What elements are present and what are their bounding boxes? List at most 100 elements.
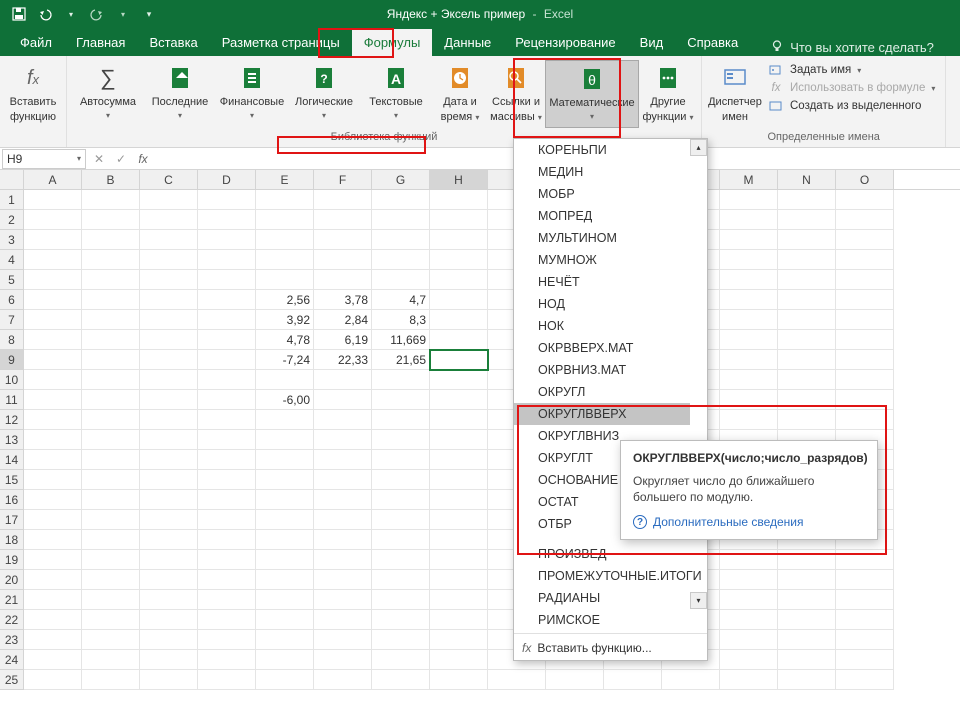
cell-B7[interactable] <box>82 310 140 330</box>
cell-A10[interactable] <box>24 370 82 390</box>
cell-O8[interactable] <box>836 330 894 350</box>
cell-F3[interactable] <box>314 230 372 250</box>
function-item-ОКРВНИЗ.МАТ[interactable]: ОКРВНИЗ.МАТ <box>514 359 690 381</box>
cell-G4[interactable] <box>372 250 430 270</box>
function-item-МУМНОЖ[interactable]: МУМНОЖ <box>514 249 690 271</box>
cell-B24[interactable] <box>82 650 140 670</box>
cell-O25[interactable] <box>836 670 894 690</box>
col-header-F[interactable]: F <box>314 170 372 189</box>
cell-F22[interactable] <box>314 610 372 630</box>
cell-C20[interactable] <box>140 570 198 590</box>
cell-D15[interactable] <box>198 470 256 490</box>
cell-G8[interactable]: 11,669 <box>372 330 430 350</box>
cell-A5[interactable] <box>24 270 82 290</box>
cell-F16[interactable] <box>314 490 372 510</box>
cell-O23[interactable] <box>836 630 894 650</box>
col-header-O[interactable]: O <box>836 170 894 189</box>
cell-G6[interactable]: 4,7 <box>372 290 430 310</box>
row-header-1[interactable]: 1 <box>0 190 24 210</box>
cell-B4[interactable] <box>82 250 140 270</box>
cell-M25[interactable] <box>720 670 778 690</box>
cell-G23[interactable] <box>372 630 430 650</box>
row-header-21[interactable]: 21 <box>0 590 24 610</box>
row-header-22[interactable]: 22 <box>0 610 24 630</box>
row-header-14[interactable]: 14 <box>0 450 24 470</box>
row-header-11[interactable]: 11 <box>0 390 24 410</box>
cell-B3[interactable] <box>82 230 140 250</box>
function-item-РАДИАНЫ[interactable]: РАДИАНЫ <box>514 587 690 609</box>
cell-H23[interactable] <box>430 630 488 650</box>
cell-A15[interactable] <box>24 470 82 490</box>
cell-D14[interactable] <box>198 450 256 470</box>
cell-F21[interactable] <box>314 590 372 610</box>
cell-F24[interactable] <box>314 650 372 670</box>
cell-N1[interactable] <box>778 190 836 210</box>
cell-G20[interactable] <box>372 570 430 590</box>
cell-N19[interactable] <box>778 550 836 570</box>
cell-A14[interactable] <box>24 450 82 470</box>
cell-O3[interactable] <box>836 230 894 250</box>
cell-E11[interactable]: -6,00 <box>256 390 314 410</box>
cell-N20[interactable] <box>778 570 836 590</box>
cell-C3[interactable] <box>140 230 198 250</box>
cell-E4[interactable] <box>256 250 314 270</box>
function-item-ОКРУГЛ[interactable]: ОКРУГЛ <box>514 381 690 403</box>
cell-C16[interactable] <box>140 490 198 510</box>
function-item-МУЛЬТИНОМ[interactable]: МУЛЬТИНОМ <box>514 227 690 249</box>
cell-D5[interactable] <box>198 270 256 290</box>
cell-N11[interactable] <box>778 390 836 410</box>
cell-B21[interactable] <box>82 590 140 610</box>
row-header-25[interactable]: 25 <box>0 670 24 690</box>
cell-G10[interactable] <box>372 370 430 390</box>
cell-M11[interactable] <box>720 390 778 410</box>
tooltip-more-link[interactable]: ? Дополнительные сведения <box>633 515 865 529</box>
cell-C17[interactable] <box>140 510 198 530</box>
function-item-НОК[interactable]: НОК <box>514 315 690 337</box>
cell-B10[interactable] <box>82 370 140 390</box>
cell-O10[interactable] <box>836 370 894 390</box>
cell-C11[interactable] <box>140 390 198 410</box>
function-item-НОД[interactable]: НОД <box>514 293 690 315</box>
cell-E5[interactable] <box>256 270 314 290</box>
row-header-3[interactable]: 3 <box>0 230 24 250</box>
cell-B9[interactable] <box>82 350 140 370</box>
cell-C21[interactable] <box>140 590 198 610</box>
cell-B17[interactable] <box>82 510 140 530</box>
col-header-M[interactable]: M <box>720 170 778 189</box>
row-header-6[interactable]: 6 <box>0 290 24 310</box>
cell-H24[interactable] <box>430 650 488 670</box>
row-header-13[interactable]: 13 <box>0 430 24 450</box>
cell-E25[interactable] <box>256 670 314 690</box>
cell-A23[interactable] <box>24 630 82 650</box>
cell-C12[interactable] <box>140 410 198 430</box>
row-header-8[interactable]: 8 <box>0 330 24 350</box>
col-header-H[interactable]: H <box>430 170 488 189</box>
recent-button[interactable]: Последние▾ <box>145 60 215 128</box>
undo-icon[interactable] <box>34 3 56 25</box>
row-header-18[interactable]: 18 <box>0 530 24 550</box>
cell-C24[interactable] <box>140 650 198 670</box>
cell-F25[interactable] <box>314 670 372 690</box>
cell-D17[interactable] <box>198 510 256 530</box>
cell-M21[interactable] <box>720 590 778 610</box>
cell-K25[interactable] <box>604 670 662 690</box>
tab-home[interactable]: Главная <box>64 29 137 56</box>
cell-G16[interactable] <box>372 490 430 510</box>
col-header-E[interactable]: E <box>256 170 314 189</box>
cell-B18[interactable] <box>82 530 140 550</box>
cell-N5[interactable] <box>778 270 836 290</box>
cell-M2[interactable] <box>720 210 778 230</box>
cell-F15[interactable] <box>314 470 372 490</box>
cell-D20[interactable] <box>198 570 256 590</box>
cell-A7[interactable] <box>24 310 82 330</box>
cell-G17[interactable] <box>372 510 430 530</box>
cell-C6[interactable] <box>140 290 198 310</box>
cell-M4[interactable] <box>720 250 778 270</box>
cell-N22[interactable] <box>778 610 836 630</box>
cell-A8[interactable] <box>24 330 82 350</box>
cell-E19[interactable] <box>256 550 314 570</box>
cell-H19[interactable] <box>430 550 488 570</box>
cell-M3[interactable] <box>720 230 778 250</box>
cell-E14[interactable] <box>256 450 314 470</box>
cell-D1[interactable] <box>198 190 256 210</box>
